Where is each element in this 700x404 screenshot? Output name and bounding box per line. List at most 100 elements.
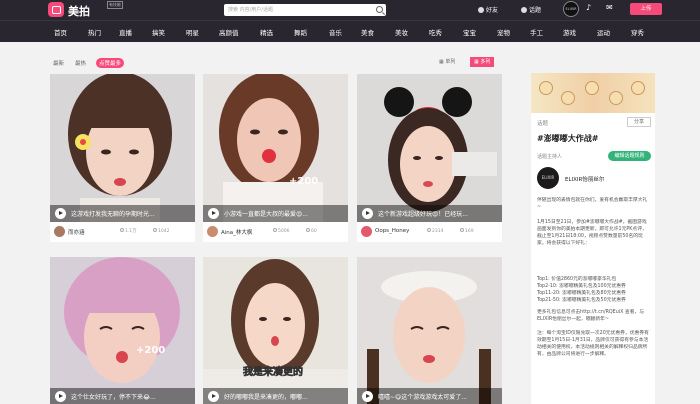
- nav-item-makeup[interactable]: 美妆: [395, 27, 408, 37]
- search-placeholder: 搜索 内容/用户/话题: [228, 7, 273, 13]
- video-thumbnail[interactable]: 这游戏打发我无聊的孕期时光...: [50, 74, 195, 222]
- nav-item-pets[interactable]: 宠物: [497, 27, 510, 37]
- multi-column-toggle[interactable]: ▦ 多列: [470, 57, 495, 67]
- thumbnail-image: [357, 74, 502, 222]
- section-label: 话题: [537, 121, 549, 127]
- share-button[interactable]: 分享: [627, 117, 651, 127]
- star-icon: [609, 91, 623, 105]
- nav-item-hot[interactable]: 热门: [88, 27, 101, 37]
- video-card[interactable]: 这游戏打发我无聊的孕期时光... 而亦涵 1.1万 1042: [50, 74, 195, 242]
- search-input[interactable]: 搜索 内容/用户/话题: [224, 4, 386, 16]
- user-avatar[interactable]: ELIXIR: [563, 1, 579, 17]
- topic-title[interactable]: #澎嘟嘟大作战#: [537, 133, 598, 144]
- host-label: 话题主持人: [537, 154, 563, 160]
- author-name[interactable]: Oops_Honey: [375, 228, 409, 234]
- video-thumbnail[interactable]: +200 小游戏一直都是大叔的最爱😍...: [203, 74, 348, 222]
- meipai-logo-icon[interactable]: [48, 2, 64, 17]
- multi-column-label: 多列: [480, 59, 491, 65]
- video-card[interactable]: 嘻嘻~😋这个游戏游戏太可爱了...: [357, 257, 502, 404]
- topic-rules-button[interactable]: 编辑话题规则: [608, 151, 651, 161]
- nav-item-looks[interactable]: 高颜值: [219, 27, 239, 37]
- author-name[interactable]: Aina_林大枫: [221, 228, 252, 236]
- single-column-toggle[interactable]: ▦ 单列: [435, 57, 459, 67]
- video-thumbnail[interactable]: 嘻嘻~😋这个游戏游戏太可爱了...: [357, 257, 502, 404]
- nav-item-music[interactable]: 音乐: [329, 27, 342, 37]
- like-count-value: 1.1万: [125, 229, 137, 234]
- nav-item-games[interactable]: 游戏: [563, 27, 576, 37]
- video-caption: 这个新游戏超级好玩😍！已经玩...: [378, 211, 468, 218]
- nav-item-baby[interactable]: 宝宝: [463, 27, 476, 37]
- lips-icon: [631, 81, 645, 95]
- play-icon[interactable]: [208, 208, 219, 219]
- prize-line: Top11-20: 澎嘟嘟精美礼包及80元优惠券: [537, 291, 626, 296]
- nav-item-stars[interactable]: 明星: [186, 27, 199, 37]
- avatar[interactable]: [207, 226, 218, 237]
- topic-description: 1月15日至21日，参加#澎嘟嘟大作战#，截图游戏画面发到你的美拍本期更新，即可…: [537, 220, 647, 246]
- video-feed: 最新 最热 点赞最多 ▦ 单列 ▦ 多列 这游戏打发我无聊的孕期时光... 而亦…: [46, 52, 511, 404]
- filter-most-liked[interactable]: 点赞最多: [96, 58, 125, 68]
- video-meta: Aina_林大枫 5006 60: [203, 222, 348, 242]
- nav-item-fashion[interactable]: 穿秀: [631, 27, 644, 37]
- nav-item-funny[interactable]: 搞笑: [152, 27, 165, 37]
- bell-icon[interactable]: ♪: [586, 3, 591, 12]
- caption-bar: 这游戏打发我无聊的孕期时光...: [50, 205, 195, 222]
- play-icon[interactable]: [208, 391, 219, 402]
- comment-icon: [306, 228, 310, 232]
- heart-icon: [561, 91, 575, 105]
- brand-name[interactable]: 美拍: [68, 3, 90, 19]
- author-name[interactable]: 而亦涵: [68, 228, 85, 236]
- play-icon[interactable]: [362, 391, 373, 402]
- nav-item-sports[interactable]: 运动: [597, 27, 610, 37]
- topic-banner[interactable]: [531, 73, 655, 113]
- video-card[interactable]: +200 这个仕女好玩了，停不下来😂...: [50, 257, 195, 404]
- nav-item-food[interactable]: 美食: [361, 27, 374, 37]
- caption-bar: 小游戏一直都是大叔的最爱😍...: [203, 205, 348, 222]
- play-icon[interactable]: [55, 391, 66, 402]
- friends-link[interactable]: 好友: [478, 5, 498, 14]
- prize-line: Top21-50: 澎嘟嘟精美礼包及50元优惠券: [537, 298, 626, 303]
- top-bar: 美拍 有技能 搜索 内容/用户/话题 好友 话题 ELIXIR ♪ ✉ 上传: [0, 0, 700, 20]
- avatar[interactable]: [361, 226, 372, 237]
- prize-line: Top2-10: 澎嘟嘟精美礼包及100元优惠券: [537, 284, 626, 289]
- upload-button[interactable]: 上传: [630, 3, 662, 15]
- comment-count-value: 169: [465, 229, 474, 234]
- search-icon[interactable]: [376, 6, 383, 13]
- topics-link[interactable]: 话题: [521, 5, 541, 14]
- subtitle-overlay: 我是来凑更的: [243, 365, 303, 378]
- host-name[interactable]: ELIXIR怡丽丝尔: [565, 175, 604, 183]
- thumbnail-image: 我是来凑更的: [203, 257, 348, 404]
- thumbnail-image: [357, 257, 502, 404]
- avatar[interactable]: [54, 226, 65, 237]
- nav-item-mukbang[interactable]: 吃秀: [429, 27, 442, 37]
- video-thumbnail[interactable]: +200 这个仕女好玩了，停不下来😂...: [50, 257, 195, 404]
- single-column-label: 单列: [445, 59, 456, 65]
- host-avatar[interactable]: ELIXIR: [537, 167, 559, 189]
- gift-icon: [585, 81, 599, 95]
- mail-icon[interactable]: ✉: [606, 3, 613, 12]
- nav-item-home[interactable]: 首页: [54, 27, 67, 37]
- play-icon[interactable]: [362, 208, 373, 219]
- like-count-value: 2314: [432, 229, 444, 234]
- friends-label: 好友: [486, 7, 499, 14]
- comment-icon: [460, 228, 464, 232]
- beta-badge: 有技能: [107, 1, 123, 9]
- comment-count: 60: [306, 228, 317, 234]
- video-thumbnail[interactable]: 这个新游戏超级好玩😍！已经玩...: [357, 74, 502, 222]
- video-thumbnail[interactable]: 我是来凑更的 好的嘟嘟我是来凑更的，嘟嘟...: [203, 257, 348, 404]
- video-card[interactable]: +200 小游戏一直都是大叔的最爱😍... Aina_林大枫 5006 60: [203, 74, 348, 242]
- comment-count-value: 60: [311, 229, 317, 234]
- play-icon[interactable]: [55, 208, 66, 219]
- video-meta: 而亦涵 1.1万 1042: [50, 222, 195, 242]
- nav-item-craft[interactable]: 手工: [530, 27, 543, 37]
- video-card[interactable]: 这个新游戏超级好玩😍！已经玩... Oops_Honey 2314 169: [357, 74, 502, 242]
- nav-item-dance[interactable]: 舞蹈: [294, 27, 307, 37]
- nav-item-live[interactable]: 直播: [119, 27, 132, 37]
- lips-icon: [539, 81, 553, 95]
- friends-icon: [478, 7, 484, 13]
- nav-item-selected[interactable]: 精选: [260, 27, 273, 37]
- filter-newest[interactable]: 最新: [50, 58, 67, 68]
- like-count: 5006: [273, 228, 289, 234]
- thumbnail-image: +200: [50, 257, 195, 404]
- video-card[interactable]: 我是来凑更的 好的嘟嘟我是来凑更的，嘟嘟...: [203, 257, 348, 404]
- filter-hottest[interactable]: 最热: [72, 58, 89, 68]
